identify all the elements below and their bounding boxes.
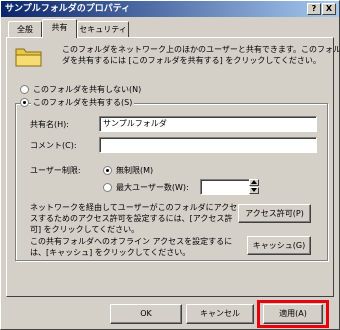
apply-highlight-box [257, 300, 329, 328]
unlimited-label[interactable]: 無制限(M) [116, 165, 153, 176]
close-icon: X [325, 4, 333, 13]
max-users-input[interactable] [200, 179, 250, 195]
spin-up-icon [251, 180, 257, 184]
no-share-label[interactable]: このフォルダを共有しない(N) [33, 84, 141, 95]
share-label[interactable]: このフォルダを共有する(S) [31, 97, 135, 108]
folder-icon [15, 48, 42, 67]
unlimited-radio[interactable] [103, 166, 112, 175]
tab-security[interactable]: セキュリティ [77, 21, 129, 37]
cancel-button[interactable]: キャンセル [186, 304, 254, 324]
tab-security-label: セキュリティ [79, 25, 127, 34]
caching-text-line2: は、[キャッシュ] をクリックしてください。 [30, 248, 191, 257]
no-share-radio[interactable] [20, 85, 29, 94]
share-name-label: 共有名(H): [30, 120, 69, 129]
tab-general-label: 全般 [17, 25, 33, 34]
permissions-text-line3: 可] をクリックしてください。 [30, 225, 140, 234]
ok-button[interactable]: OK [110, 304, 182, 324]
permissions-text-line1: ネットワークを経由してユーザーがこのフォルダにアクセ [30, 203, 238, 212]
comment-input[interactable] [99, 137, 317, 153]
comment-label: コメント(C): [30, 141, 77, 150]
tab-sharing[interactable]: 共有 [42, 19, 77, 38]
spin-down-icon [251, 188, 257, 192]
max-users-label[interactable]: 最大ユーザー数(W): [116, 182, 189, 193]
permissions-button[interactable]: アクセス許可(P) [238, 204, 311, 223]
share-name-input[interactable]: サンプルフォルダ [99, 116, 317, 132]
title-bar[interactable]: サンプルフォルダのプロパティ [1, 1, 339, 17]
share-radio[interactable] [20, 98, 29, 107]
help-button[interactable]: ? [307, 3, 321, 15]
help-icon: ? [311, 4, 317, 13]
spin-up-button[interactable] [249, 179, 259, 186]
spin-down-button[interactable] [249, 187, 259, 194]
permissions-text-line2: スするためのアクセス許可を設定するには、[アクセス許 [30, 214, 233, 223]
user-limit-label: ユーザー制限: [30, 166, 81, 175]
caching-button[interactable]: キャッシュ(G) [247, 236, 311, 255]
share-description-line2: ダを共有するには [このフォルダを共有する] をクリックしてください。 [62, 56, 321, 65]
window-title: サンプルフォルダのプロパティ [5, 4, 131, 14]
close-button[interactable]: X [322, 3, 336, 15]
tab-general[interactable]: 全般 [8, 21, 42, 37]
caching-text-line1: この共有フォルダへのオフライン アクセスを設定するに [30, 237, 233, 246]
share-description-line1: このフォルダをネットワーク上のほかのユーザーと共有できます。このフォル [62, 45, 340, 54]
max-users-radio[interactable] [103, 183, 112, 192]
tab-sharing-label: 共有 [51, 23, 68, 32]
